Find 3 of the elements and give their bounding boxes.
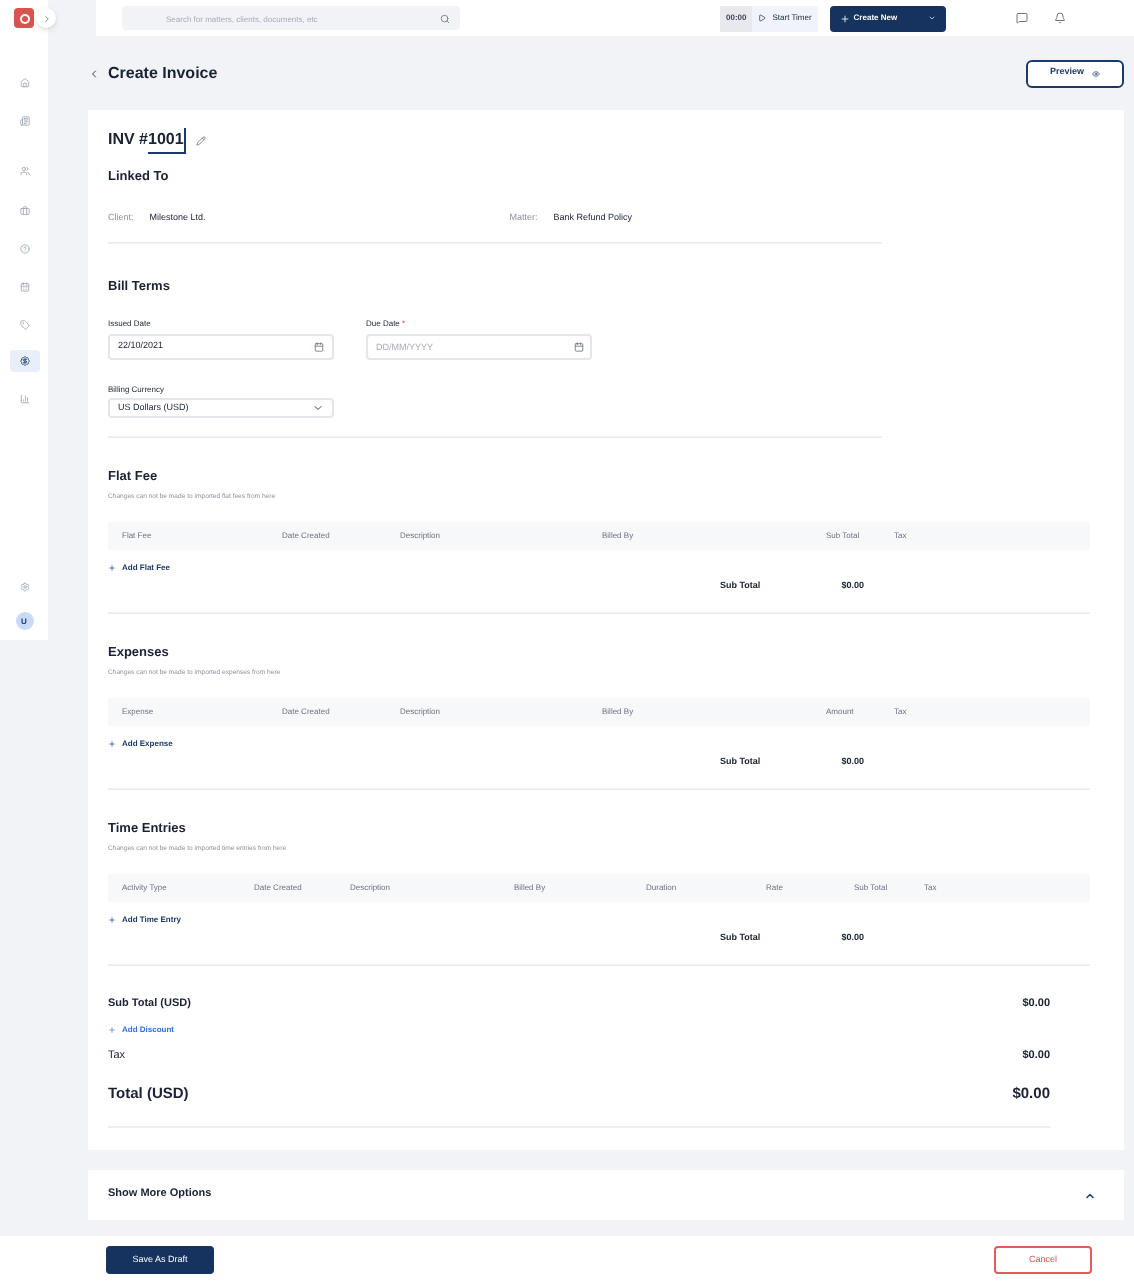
invoice-prefix: INV # (108, 128, 149, 152)
page-title: Create Invoice (108, 61, 218, 85)
invoice-number[interactable]: 1001 (148, 127, 186, 153)
